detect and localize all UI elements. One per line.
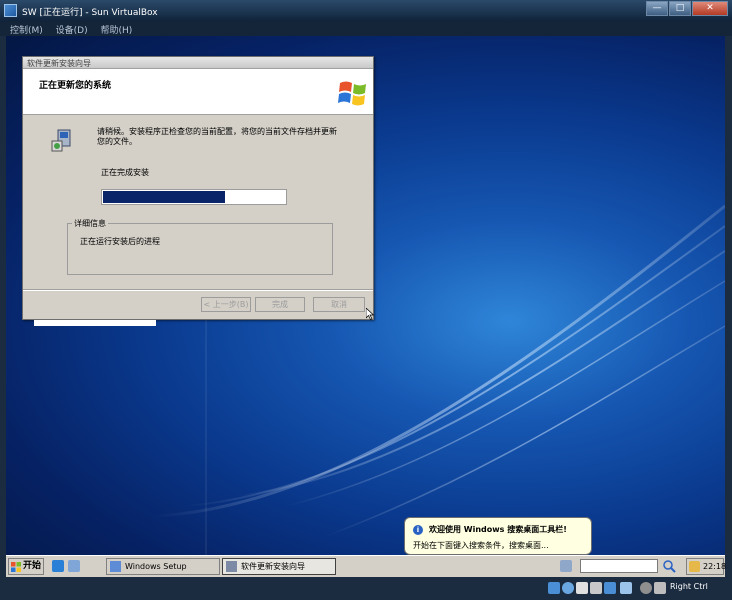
menu-help[interactable]: 帮助(H) <box>101 23 133 36</box>
host-menu-bar: 控制(M) 设备(D) 帮助(H) <box>0 22 732 36</box>
search-toolbar-icon[interactable] <box>560 560 572 572</box>
wizard-task-icon <box>226 561 237 572</box>
task-label: Windows Setup <box>125 562 187 571</box>
details-text: 正在运行安装后的进程 <box>80 237 160 246</box>
windows-logo-icon <box>338 81 366 106</box>
install-progress-bar <box>101 189 287 205</box>
guest-taskbar: 开始 Windows Setup 软件更新安装向导 22:18 <box>6 555 727 577</box>
installer-header-title: 正在更新您的系统 <box>39 81 112 91</box>
installer-header: 正在更新您的系统 <box>23 69 373 115</box>
search-icon[interactable] <box>662 559 676 573</box>
close-button[interactable]: ✕ <box>692 1 728 16</box>
virtualbox-icon <box>4 4 17 17</box>
host-key-label: Right Ctrl <box>670 582 708 591</box>
desktop-search-input[interactable] <box>580 559 658 573</box>
virtualbox-status-bar: Right Ctrl <box>0 577 732 600</box>
shared-folders-icon[interactable] <box>604 582 616 594</box>
task-windows-setup[interactable]: Windows Setup <box>106 558 220 575</box>
hdd-icon[interactable] <box>548 582 560 594</box>
cancel-button[interactable]: 取消 <box>313 297 365 312</box>
balloon-title: 欢迎使用 Windows 搜索桌面工具栏! <box>429 525 567 534</box>
mouse-integration-icon[interactable] <box>640 582 652 594</box>
info-icon: i <box>413 525 423 535</box>
menu-devices[interactable]: 设备(D) <box>56 23 88 36</box>
task-label: 软件更新安装向导 <box>241 562 305 571</box>
keyboard-capture-icon[interactable] <box>654 582 666 594</box>
tray-icon[interactable] <box>689 561 700 572</box>
cdrom-icon[interactable] <box>562 582 574 594</box>
progress-fill <box>103 191 225 203</box>
network-icon[interactable] <box>590 582 602 594</box>
clock: 22:18 <box>703 562 727 571</box>
details-legend: 详细信息 <box>72 218 108 229</box>
search-toolbar-balloon[interactable]: i 欢迎使用 Windows 搜索桌面工具栏! 开始在下面键入搜索条件，搜索桌面… <box>404 517 592 565</box>
installer-window[interactable]: 软件更新安装向导 正在更新您的系统 请稍候。安装程序正检查您的当前配置，将您的当… <box>22 56 374 320</box>
windows-flag-icon <box>11 562 21 572</box>
mouse-cursor-icon <box>366 308 374 320</box>
minimize-button[interactable]: — <box>646 1 668 16</box>
host-title-bar: SW [正在运行] - Sun VirtualBox — □ ✕ <box>0 0 732 22</box>
host-window-title: SW [正在运行] - Sun VirtualBox <box>22 8 158 18</box>
balloon-text: 开始在下面键入搜索条件，搜索桌面... <box>413 541 549 550</box>
details-group: 详细信息 正在运行安装后的进程 <box>67 218 333 275</box>
button-separator <box>23 289 373 291</box>
desktop-quicklaunch-icon[interactable] <box>68 560 80 572</box>
system-tray: 22:18 <box>686 558 727 575</box>
desktop-label-strip <box>34 320 156 326</box>
info-text: 请稍候。安装程序正检查您的当前配置，将您的当前文件存档并更新您的文件。 <box>97 127 337 146</box>
menu-control[interactable]: 控制(M) <box>10 23 43 36</box>
status-text: 正在完成安装 <box>101 168 149 177</box>
ie-quicklaunch-icon[interactable] <box>52 560 64 572</box>
display-icon[interactable] <box>620 582 632 594</box>
maximize-button[interactable]: □ <box>669 1 691 16</box>
installer-title: 软件更新安装向导 <box>27 59 91 68</box>
start-label: 开始 <box>23 561 42 571</box>
setup-computer-icon <box>51 129 71 152</box>
task-update-wizard[interactable]: 软件更新安装向导 <box>222 558 336 575</box>
finish-button[interactable]: 完成 <box>255 297 305 312</box>
usb-icon[interactable] <box>576 582 588 594</box>
back-button[interactable]: < 上一步(B) <box>201 297 251 312</box>
host-window-controls: — □ ✕ <box>646 1 728 16</box>
setup-task-icon <box>110 561 121 572</box>
start-button[interactable]: 开始 <box>8 558 44 575</box>
installer-title-bar[interactable]: 软件更新安装向导 <box>23 57 373 69</box>
